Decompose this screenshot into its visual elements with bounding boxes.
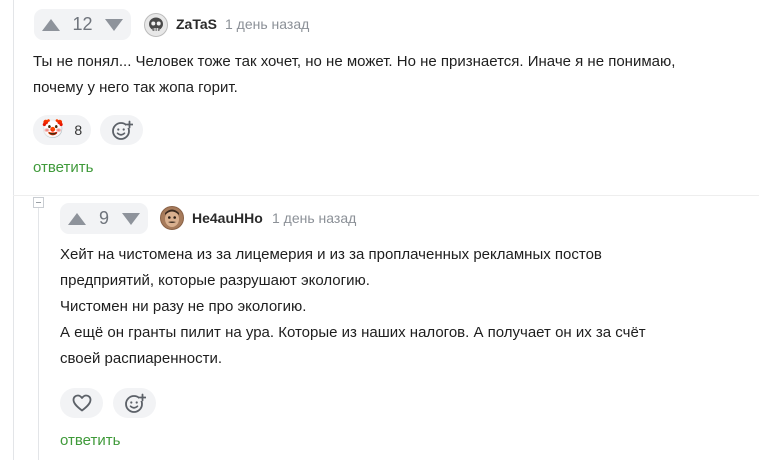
comment-text-line: Хейт на чистомена из за лицемерия и из з… bbox=[60, 246, 602, 263]
author-name[interactable]: ZaTaS bbox=[176, 16, 217, 32]
heart-icon bbox=[72, 394, 91, 412]
avatar-face-icon bbox=[160, 206, 184, 230]
thread-divider bbox=[13, 195, 759, 196]
comment-body: Ты не понял... Человек тоже так хочет, н… bbox=[33, 49, 743, 101]
clown-emoji-icon: 🤡 bbox=[41, 119, 65, 140]
comment-text-line: Чистомен ни разу не про экологию. bbox=[60, 298, 307, 315]
avatar-skull-icon bbox=[144, 13, 168, 37]
reply-link[interactable]: ответить bbox=[33, 159, 93, 176]
arrow-up-icon[interactable] bbox=[42, 18, 60, 31]
add-reaction-button[interactable] bbox=[100, 115, 143, 145]
comment-text-line: предприятий, которые разрушают экологию. bbox=[60, 272, 370, 289]
comment-body: Хейт на чистомена из за лицемерия и из з… bbox=[60, 242, 750, 372]
smiley-plus-icon bbox=[111, 120, 133, 140]
author-name[interactable]: He4auHHo bbox=[192, 210, 263, 226]
reaction-clown[interactable]: 🤡 8 bbox=[33, 115, 91, 145]
add-reaction-button[interactable] bbox=[113, 388, 156, 418]
vote-count: 12 bbox=[72, 14, 93, 34]
smiley-plus-icon bbox=[124, 393, 146, 413]
comment-text-line: А ещё он гранты пилит на ура. Которые из… bbox=[60, 324, 646, 341]
comment-text-line: Ты не понял... Человек тоже так хочет, н… bbox=[33, 53, 676, 70]
vote-widget: 12 bbox=[34, 9, 131, 40]
vote-widget: 9 bbox=[60, 203, 148, 234]
comment-text-line: почему у него так жопа горит. bbox=[33, 79, 238, 96]
comment-text-line: своей распиаренности. bbox=[60, 350, 223, 367]
thread-line-outer bbox=[13, 0, 14, 460]
arrow-down-icon[interactable] bbox=[105, 18, 123, 31]
vote-count: 9 bbox=[98, 208, 109, 228]
like-button[interactable] bbox=[60, 388, 103, 418]
reaction-count: 8 bbox=[74, 122, 83, 138]
reply-link[interactable]: ответить bbox=[60, 432, 120, 449]
timestamp[interactable]: 1 день назад bbox=[272, 210, 356, 226]
collapse-minus-icon[interactable] bbox=[33, 197, 44, 208]
arrow-up-icon[interactable] bbox=[68, 212, 86, 225]
avatar[interactable] bbox=[160, 206, 184, 230]
timestamp[interactable]: 1 день назад bbox=[225, 16, 309, 32]
avatar[interactable] bbox=[144, 13, 168, 37]
arrow-down-icon[interactable] bbox=[121, 212, 140, 225]
thread-line-nested bbox=[38, 208, 39, 460]
